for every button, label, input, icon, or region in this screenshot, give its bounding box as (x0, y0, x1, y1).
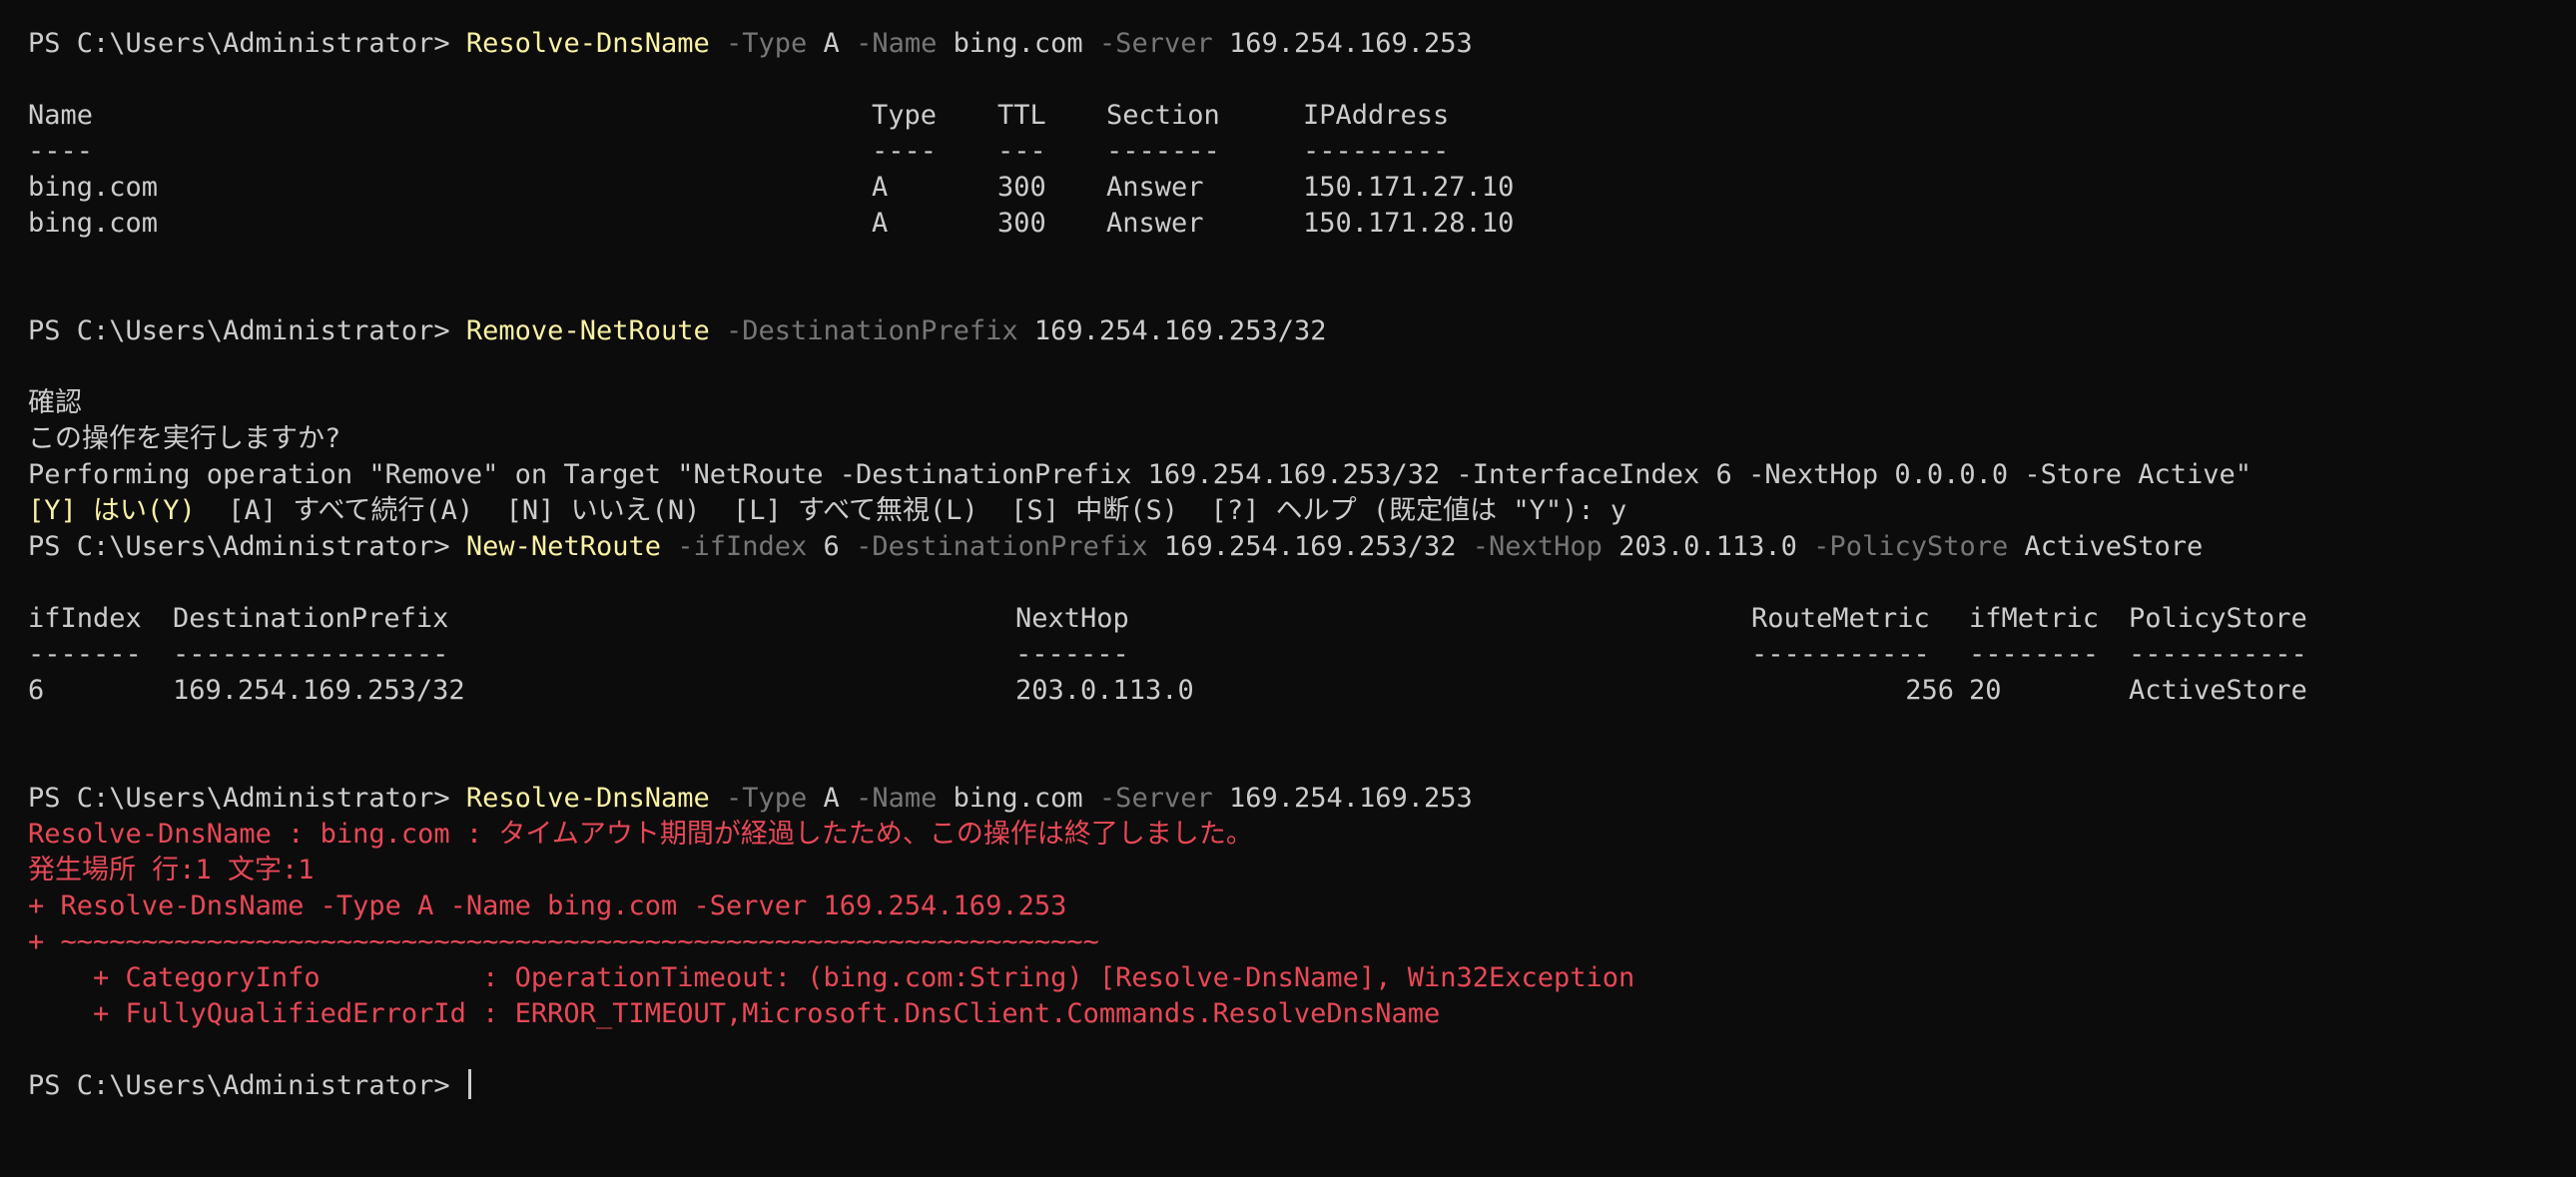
table-row: bing.com A 300 Answer 150.171.27.10 (28, 170, 2548, 206)
header-underline: ------- (1106, 136, 1220, 167)
table-cell: 6 (28, 675, 45, 706)
parameter: -Server (1082, 28, 1213, 59)
table-cell: 203.0.113.0 (1015, 675, 1194, 706)
error-message: Resolve-DnsName : bing.com : タイムアウト期間が経過… (28, 819, 1253, 850)
table-cell: 169.254.169.253/32 (173, 675, 465, 706)
text-cursor (467, 1069, 471, 1099)
column-header: Type (872, 100, 938, 131)
argument: 169.254.169.253/32 (1147, 531, 1457, 562)
column-header: ifIndex (28, 603, 142, 634)
table-cell: A (872, 172, 889, 203)
parameter: -DestinationPrefix (709, 315, 1018, 346)
dns-table-underline: ---- ---- --- ------- --------- (28, 134, 2548, 170)
column-header: Name (28, 100, 94, 131)
error-underline: + ~~~~~~~~~~~~~~~~~~~~~~~~~~~~~~~~~~~~~~… (28, 926, 1099, 957)
parameter: -Name (839, 28, 938, 59)
argument: A (807, 28, 840, 59)
column-header: ifMetric (1969, 603, 2100, 634)
table-cell: Answer (1106, 172, 1204, 203)
table-row: bing.com A 300 Answer 150.171.28.10 (28, 206, 2548, 242)
parameter: -Server (1082, 783, 1213, 814)
argument: 6 (807, 531, 840, 562)
confirm-title: 確認 (28, 387, 82, 418)
other-options: [A] すべて続行(A) [N] いいえ(N) [L] すべて無視(L) [S]… (195, 495, 1610, 526)
command-line: PS C:\Users\Administrator> New-NetRoute … (28, 529, 2548, 565)
route-table-header: ifIndex DestinationPrefix NextHop RouteM… (28, 601, 2548, 637)
argument: bing.com (937, 783, 1083, 814)
column-header: TTL (997, 100, 1046, 131)
prompt: PS C:\Users\Administrator> (28, 531, 466, 562)
table-cell: bing.com (28, 172, 159, 203)
input-line[interactable]: PS C:\Users\Administrator> (28, 1068, 2548, 1104)
argument: A (807, 783, 840, 814)
column-header: Section (1106, 100, 1220, 131)
prompt: PS C:\Users\Administrator> (28, 315, 466, 346)
header-underline: ----------------- (173, 639, 449, 670)
table-cell: 150.171.28.10 (1303, 208, 1515, 239)
header-underline: ------- (1015, 639, 1129, 670)
parameter: -Type (709, 28, 808, 59)
header-underline: -------- (1969, 639, 2100, 670)
error-category-info: + CategoryInfo : OperationTimeout: (bing… (28, 962, 1635, 993)
column-header: IPAddress (1303, 100, 1450, 131)
table-cell: 300 (997, 208, 1046, 239)
powershell-terminal[interactable]: PS C:\Users\Administrator> Resolve-DnsNa… (0, 0, 2576, 1177)
table-row: 6 169.254.169.253/32 203.0.113.0 256 20 … (28, 673, 2548, 709)
table-cell: ActiveStore (2129, 675, 2307, 706)
table-cell: bing.com (28, 208, 159, 239)
confirm-answer: y (1610, 495, 1627, 526)
confirm-question: この操作を実行しますか? (28, 423, 341, 454)
header-underline: ----------- (2129, 639, 2307, 670)
column-header: RouteMetric (1751, 603, 1930, 634)
parameter: -DestinationPrefix (839, 531, 1148, 562)
prompt: PS C:\Users\Administrator> (28, 783, 466, 814)
argument: ActiveStore (2008, 531, 2204, 562)
error-command: + Resolve-DnsName -Type A -Name bing.com… (28, 890, 1067, 921)
error-id: + FullyQualifiedErrorId : ERROR_TIMEOUT,… (28, 998, 1441, 1029)
header-underline: ---- (872, 136, 938, 167)
confirm-operation: Performing operation "Remove" on Target … (28, 459, 2252, 490)
parameter: -PolicyStore (1796, 531, 2009, 562)
cmdlet-name: Resolve-DnsName (465, 28, 710, 59)
argument: 203.0.113.0 (1602, 531, 1797, 562)
table-cell: 300 (997, 172, 1046, 203)
table-cell: 256 (1905, 675, 1954, 706)
command-line: PS C:\Users\Administrator> Resolve-DnsNa… (28, 781, 2548, 817)
command-line: PS C:\Users\Administrator> Remove-NetRou… (28, 313, 2548, 349)
parameter: -NextHop (1456, 531, 1603, 562)
parameter: -ifIndex (660, 531, 808, 562)
column-header: DestinationPrefix (173, 603, 449, 634)
table-cell: 20 (1969, 675, 2002, 706)
cmdlet-name: Resolve-DnsName (465, 783, 710, 814)
command-line: PS C:\Users\Administrator> Resolve-DnsNa… (28, 26, 2548, 62)
error-location: 発生場所 行:1 文字:1 (28, 855, 315, 885)
column-header: PolicyStore (2129, 603, 2307, 634)
column-header: NextHop (1015, 603, 1129, 634)
table-cell: A (872, 208, 889, 239)
cmdlet-name: New-NetRoute (465, 531, 661, 562)
header-underline: ------- (28, 639, 142, 670)
confirm-options: [Y] はい(Y) [A] すべて続行(A) [N] いいえ(N) [L] すべ… (28, 493, 2548, 529)
prompt: PS C:\Users\Administrator> (28, 28, 466, 59)
argument: 169.254.169.253 (1212, 28, 1473, 59)
dns-table-header: Name Type TTL Section IPAddress (28, 98, 2548, 134)
argument: 169.254.169.253 (1212, 783, 1473, 814)
cmdlet-name: Remove-NetRoute (465, 315, 710, 346)
route-table-underline: ------- ----------------- ------- ------… (28, 637, 2548, 673)
header-underline: ---- (28, 136, 94, 167)
table-cell: 150.171.27.10 (1303, 172, 1515, 203)
default-option: [Y] はい(Y) (28, 495, 196, 526)
argument: 169.254.169.253/32 (1017, 315, 1327, 346)
parameter: -Name (839, 783, 938, 814)
parameter: -Type (709, 783, 808, 814)
header-underline: --- (997, 136, 1046, 167)
prompt: PS C:\Users\Administrator> (28, 1070, 466, 1101)
table-cell: Answer (1106, 208, 1204, 239)
header-underline: --------- (1303, 136, 1450, 167)
argument: bing.com (937, 28, 1083, 59)
header-underline: ----------- (1751, 639, 1930, 670)
